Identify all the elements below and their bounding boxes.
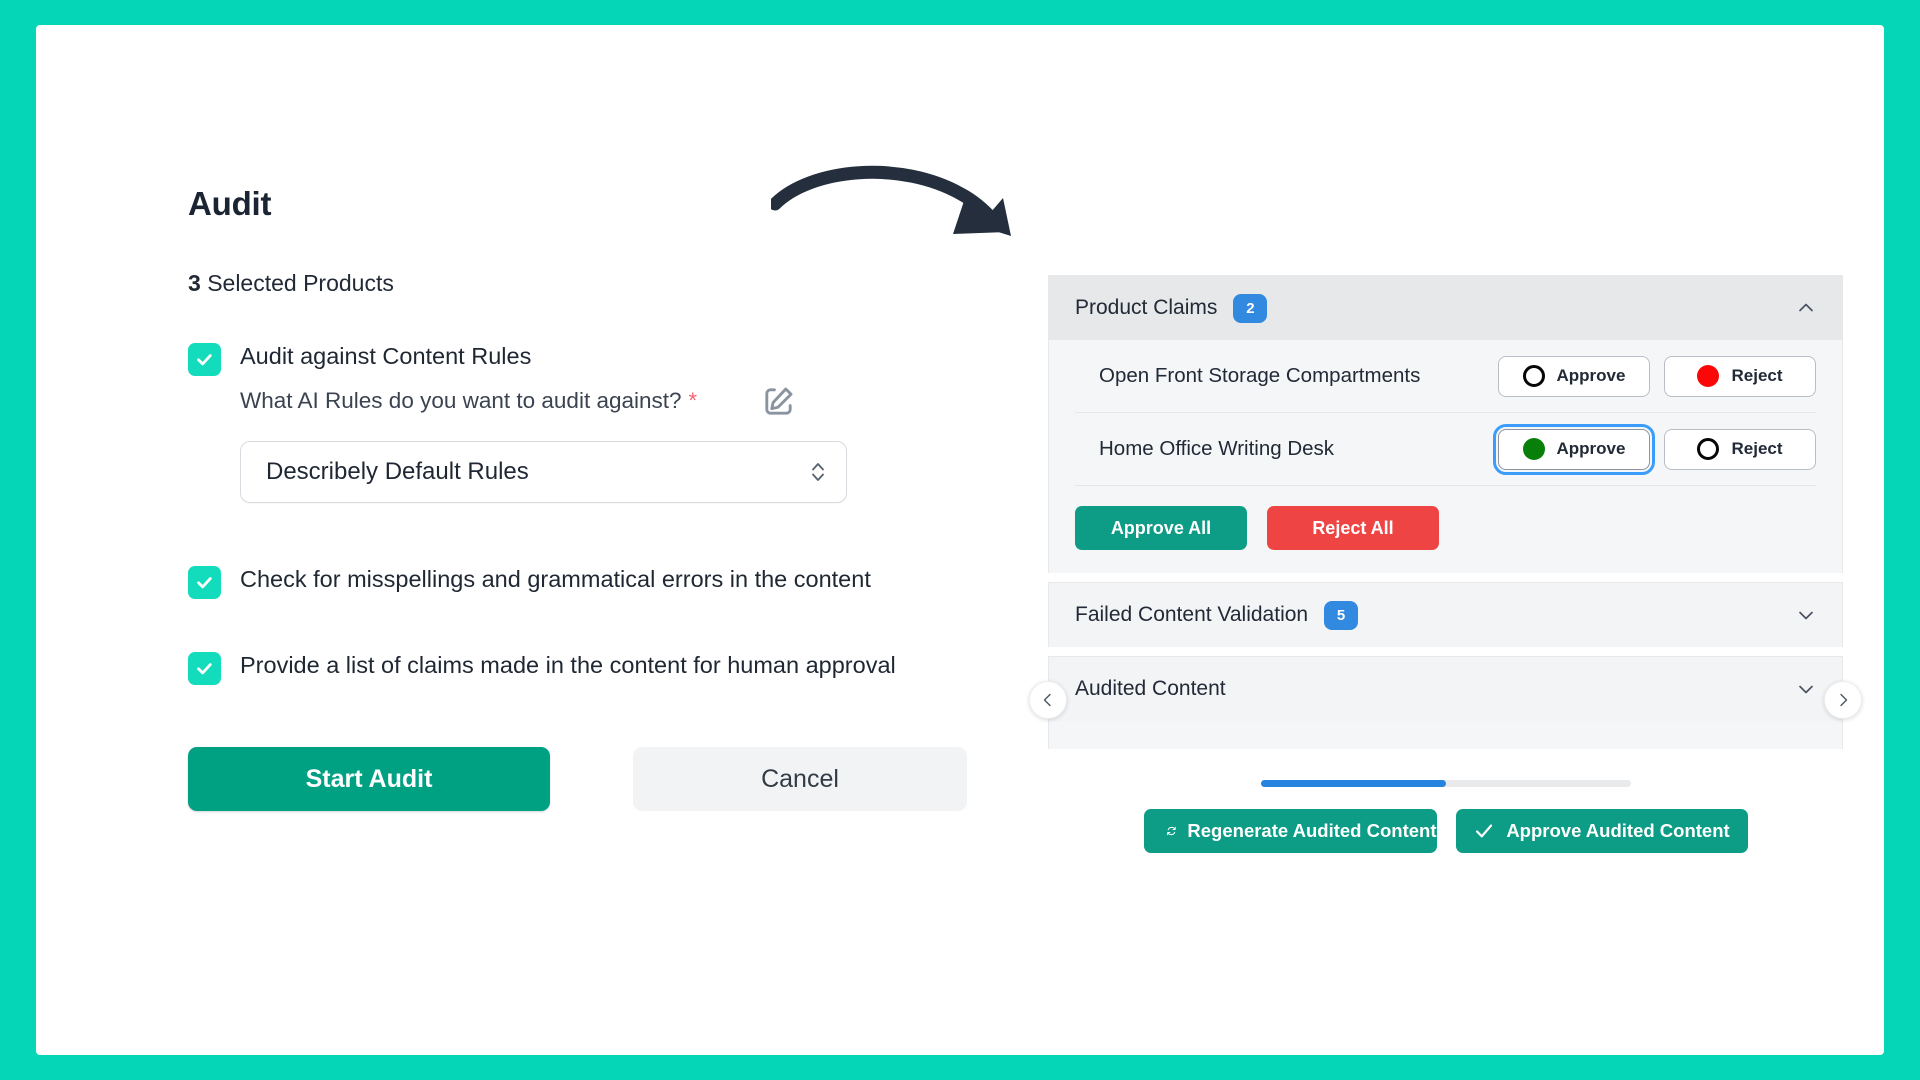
radio-empty-icon xyxy=(1697,438,1720,460)
option-provide-claims-list: Provide a list of claims made in the con… xyxy=(188,649,978,686)
approve-label: Approve Audited Content xyxy=(1506,820,1730,841)
checkbox-provide-claims-list[interactable] xyxy=(188,652,221,686)
carousel-prev-button[interactable] xyxy=(1029,681,1067,719)
claim-row: Open Front Storage Compartments Approve … xyxy=(1075,340,1816,413)
section-audited-content: Audited Content xyxy=(1048,656,1843,749)
approve-audited-content-button[interactable]: Approve Audited Content xyxy=(1455,809,1748,853)
section-badge-count: 2 xyxy=(1233,293,1268,323)
selected-products-count: 3 xyxy=(188,270,201,296)
radio-selected-red-icon xyxy=(1697,365,1720,387)
section-product-claims: Product Claims 2 Open Front Storage Comp… xyxy=(1048,275,1843,573)
rules-select[interactable]: Describely Default Rules xyxy=(240,441,847,504)
cancel-button[interactable]: Cancel xyxy=(633,747,967,812)
check-icon xyxy=(197,354,212,366)
audit-form: Audit 3 Selected Products Audit against … xyxy=(188,185,978,812)
chevron-down-icon[interactable] xyxy=(1796,605,1816,625)
option-label: Provide a list of claims made in the con… xyxy=(240,652,896,679)
panel-footer-actions: Regenerate Audited Content Approve Audit… xyxy=(1048,809,1843,853)
section-divider xyxy=(1048,647,1843,656)
chevron-down-icon[interactable] xyxy=(1796,679,1816,699)
sub-question-row: What AI Rules do you want to audit again… xyxy=(240,380,978,422)
section-divider xyxy=(1048,573,1843,582)
section-header-failed-content-validation[interactable]: Failed Content Validation 5 xyxy=(1049,583,1842,647)
section-title: Audited Content xyxy=(1075,677,1226,700)
approve-all-button[interactable]: Approve All xyxy=(1075,506,1247,550)
check-icon xyxy=(1476,824,1493,838)
check-icon xyxy=(197,577,212,589)
sub-question-label: What AI Rules do you want to audit again… xyxy=(240,388,682,414)
claim-approve-button[interactable]: Approve xyxy=(1493,423,1655,475)
chevron-up-icon[interactable] xyxy=(1796,298,1816,318)
form-actions: Start Audit Cancel xyxy=(188,747,978,812)
claim-approve-button[interactable]: Approve xyxy=(1498,355,1650,397)
chevron-up-down-icon xyxy=(812,463,824,482)
section-title: Product Claims xyxy=(1075,296,1218,319)
check-icon xyxy=(197,663,212,675)
audit-results-panel: Product Claims 2 Open Front Storage Comp… xyxy=(1029,275,1862,853)
chevron-right-icon xyxy=(1840,693,1848,707)
reject-label: Reject xyxy=(1731,366,1783,385)
scrollbar-thumb[interactable] xyxy=(1260,780,1446,787)
radio-empty-icon xyxy=(1522,365,1545,387)
claim-name: Home Office Writing Desk xyxy=(1099,437,1335,460)
selected-products-label: Selected Products xyxy=(207,270,394,296)
option-check-misspellings: Check for misspellings and grammatical e… xyxy=(188,563,978,600)
option-label: Audit against Content Rules xyxy=(240,343,532,369)
claim-name: Open Front Storage Compartments xyxy=(1099,364,1421,387)
refresh-icon xyxy=(1166,826,1176,836)
app-card: Audit 3 Selected Products Audit against … xyxy=(36,25,1884,1055)
section-badge-count: 5 xyxy=(1324,600,1359,630)
bulk-actions: Approve All Reject All xyxy=(1075,486,1816,573)
radio-selected-green-icon xyxy=(1522,438,1545,460)
page-title: Audit xyxy=(188,185,272,222)
checkbox-audit-content-rules[interactable] xyxy=(188,343,221,376)
checkbox-check-misspellings[interactable] xyxy=(188,566,221,600)
section-title: Failed Content Validation xyxy=(1075,603,1309,626)
chevron-left-icon xyxy=(1043,693,1051,707)
carousel-next-button[interactable] xyxy=(1824,681,1862,719)
required-marker: * xyxy=(688,388,698,414)
section-body-product-claims: Open Front Storage Compartments Approve … xyxy=(1049,340,1842,573)
rules-select-value: Describely Default Rules xyxy=(266,458,529,486)
start-audit-button[interactable]: Start Audit xyxy=(188,747,550,812)
selected-products-summary: 3 Selected Products xyxy=(188,270,978,297)
edit-pencil-square-icon xyxy=(764,387,793,415)
section-header-audited-content[interactable]: Audited Content xyxy=(1049,657,1842,721)
regenerate-label: Regenerate Audited Content xyxy=(1187,820,1437,841)
claim-row: Home Office Writing Desk Approve Reject xyxy=(1075,413,1816,486)
section-header-product-claims[interactable]: Product Claims 2 xyxy=(1049,276,1842,340)
reject-label: Reject xyxy=(1731,439,1783,458)
approve-label: Approve xyxy=(1556,439,1626,458)
option-label: Check for misspellings and grammatical e… xyxy=(240,566,871,593)
section-failed-content-validation: Failed Content Validation 5 xyxy=(1048,582,1843,647)
results-accordion: Product Claims 2 Open Front Storage Comp… xyxy=(1029,275,1862,749)
section-body-audited-content xyxy=(1049,721,1842,749)
edit-rules-button[interactable] xyxy=(757,380,799,422)
approve-label: Approve xyxy=(1556,366,1626,385)
regenerate-audited-content-button[interactable]: Regenerate Audited Content xyxy=(1143,809,1437,853)
option-audit-content-rules: Audit against Content Rules What AI Rule… xyxy=(188,340,978,504)
horizontal-scrollbar[interactable] xyxy=(1260,780,1631,787)
claim-reject-button[interactable]: Reject xyxy=(1664,428,1816,470)
reject-all-button[interactable]: Reject All xyxy=(1267,506,1439,550)
claim-reject-button[interactable]: Reject xyxy=(1664,355,1816,397)
